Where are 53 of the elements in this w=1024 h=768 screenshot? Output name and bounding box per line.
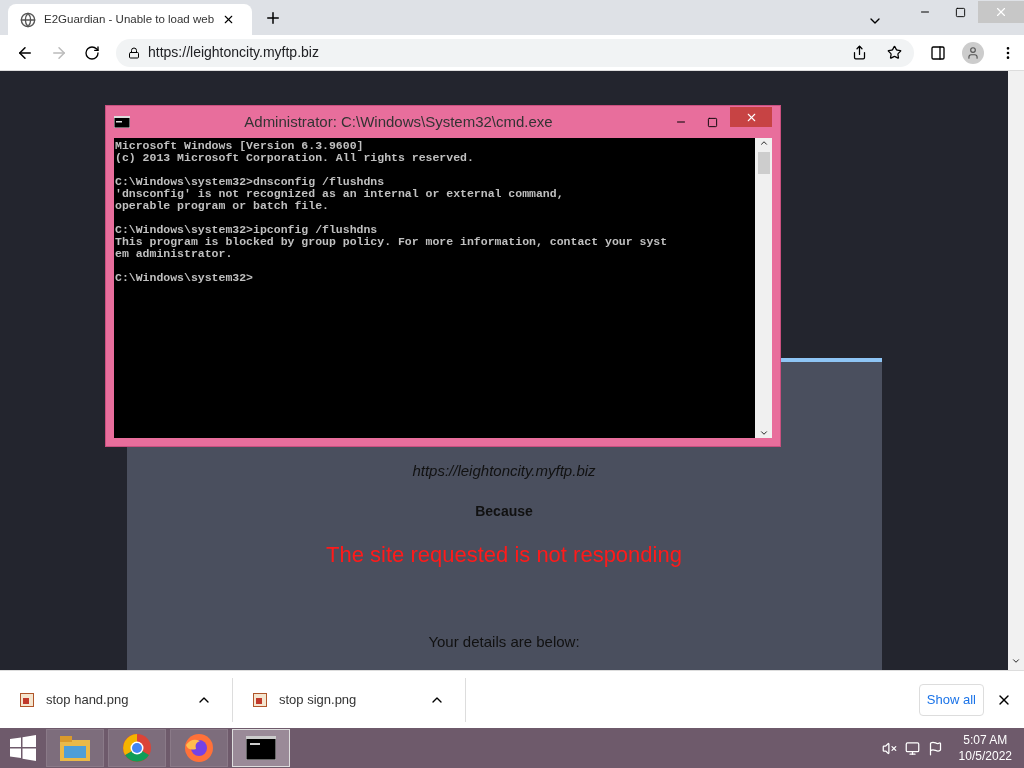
clock-time[interactable]: 5:07 AM bbox=[963, 732, 1008, 748]
flag-icon[interactable] bbox=[927, 740, 943, 756]
console-line: (c) 2013 Microsoft Corporation. All rights reserved. bbox=[115, 152, 474, 164]
profile-avatar[interactable] bbox=[962, 41, 984, 64]
folder-icon bbox=[59, 734, 91, 762]
blocked-url: https://leightoncity.myftp.biz bbox=[412, 461, 596, 481]
download-item[interactable]: stop sign.png bbox=[233, 677, 466, 722]
console-line: Microsoft Windows [Version 6.3.9600] bbox=[115, 140, 364, 152]
scroll-down-icon[interactable] bbox=[1011, 656, 1021, 666]
console-line: This program is blocked by group policy. For more information, contact your syst bbox=[115, 236, 668, 248]
maximize-icon[interactable] bbox=[707, 116, 718, 128]
window-title: Administrator: C:\Windows\System32\cmd.exe bbox=[243, 111, 554, 132]
reason-text: The site requested is not responding bbox=[326, 540, 682, 569]
console-line: operable program or batch file. bbox=[115, 200, 329, 212]
show-all-button[interactable]: Show all bbox=[918, 683, 984, 716]
browser-tab[interactable]: E2Guardian - Unable to load web bbox=[8, 4, 252, 35]
address-bar[interactable]: https://leightoncity.myftp.biz bbox=[116, 38, 914, 67]
console-line: C:\Windows\system32>dnsconfig /flushdns bbox=[115, 176, 385, 188]
scroll-down-icon[interactable] bbox=[758, 428, 769, 438]
windows-start-icon[interactable] bbox=[10, 735, 36, 761]
lock-icon bbox=[128, 46, 140, 59]
scrollbar-thumb[interactable] bbox=[757, 152, 770, 174]
console-line: em administrator. bbox=[115, 248, 233, 260]
chrome-icon bbox=[122, 733, 152, 763]
tab-title: E2Guardian - Unable to load web bbox=[44, 11, 215, 27]
clock-date[interactable]: 10/5/2022 bbox=[958, 748, 1012, 764]
console-line: C:\Windows\system32>ipconfig /flushdns bbox=[115, 224, 378, 236]
image-file-icon bbox=[20, 692, 34, 707]
reload-icon[interactable] bbox=[84, 44, 100, 61]
scrollbar[interactable] bbox=[1008, 71, 1024, 670]
console-icon bbox=[246, 736, 276, 760]
because-label: Because bbox=[475, 501, 533, 521]
console-scrollbar[interactable] bbox=[755, 138, 772, 438]
console-icon bbox=[114, 116, 130, 128]
side-panel-icon[interactable] bbox=[930, 44, 946, 61]
muted-speaker-icon[interactable] bbox=[881, 740, 897, 756]
new-tab-icon[interactable] bbox=[264, 9, 282, 27]
globe-icon bbox=[20, 11, 36, 28]
bookmark-icon[interactable] bbox=[887, 45, 902, 60]
restore-icon[interactable] bbox=[955, 6, 966, 18]
image-file-icon bbox=[253, 692, 267, 707]
close-icon bbox=[994, 5, 1008, 19]
console-line: C:\Windows\system32> bbox=[115, 272, 254, 284]
url-text: https://leightoncity.myftp.biz bbox=[148, 43, 320, 62]
download-filename: stop hand.png bbox=[46, 690, 130, 709]
download-item[interactable]: stop hand.png bbox=[0, 677, 233, 722]
network-icon[interactable] bbox=[904, 740, 920, 756]
details-heading: Your details are below: bbox=[428, 631, 580, 652]
firefox-icon bbox=[184, 733, 214, 763]
console-line: 'dnsconfig' is not recognized as an internal or external command, bbox=[115, 188, 564, 200]
download-filename: stop sign.png bbox=[279, 690, 358, 709]
share-icon[interactable] bbox=[852, 45, 867, 60]
scroll-up-icon[interactable] bbox=[758, 138, 769, 148]
